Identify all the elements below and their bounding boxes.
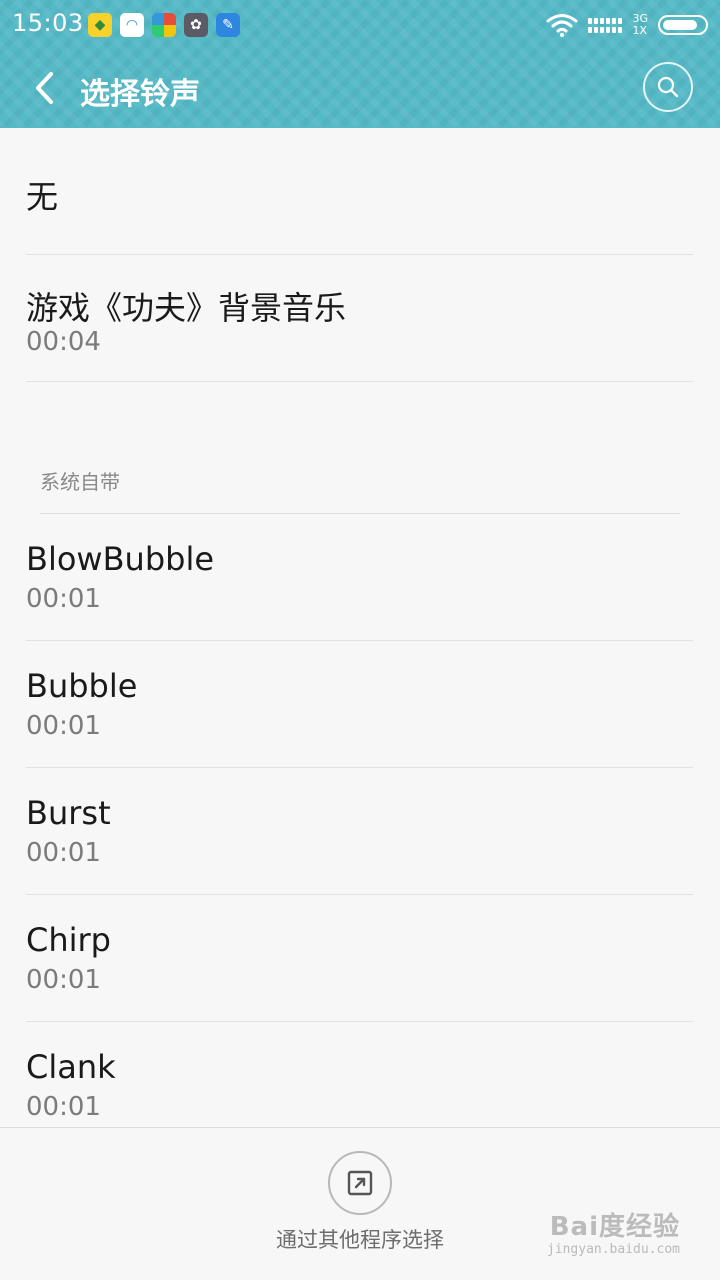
status-bar: 15:03 ◆ ◠ ✿ ✎ 3G 1X xyxy=(0,0,720,50)
ringtone-title: Bubble xyxy=(26,667,138,705)
ringtone-item[interactable]: Bubble 00:01 xyxy=(26,641,693,768)
status-indicators: 3G 1X xyxy=(546,10,708,40)
ringtone-item-none[interactable]: 无 xyxy=(26,128,693,255)
ringtone-duration: 00:01 xyxy=(26,838,101,868)
ringtone-duration: 00:04 xyxy=(26,327,101,357)
lottery-app-icon: ◆ xyxy=(88,13,112,37)
network-type: 3G 1X xyxy=(632,13,648,37)
network-type-bottom: 1X xyxy=(632,24,648,37)
ringtone-title: Clank xyxy=(26,1048,116,1086)
choose-from-other-app-button[interactable] xyxy=(328,1151,392,1215)
status-time: 15:03 xyxy=(12,9,84,37)
battery-icon xyxy=(658,15,708,35)
cleaner-app-icon: ✎ xyxy=(216,13,240,37)
notification-icons: ◆ ◠ ✿ ✎ xyxy=(88,13,240,37)
search-icon xyxy=(657,76,679,98)
search-button[interactable] xyxy=(643,62,693,112)
watermark-url: jingyan.baidu.com xyxy=(546,1242,680,1257)
battery-level xyxy=(663,20,697,30)
ringtone-duration: 00:01 xyxy=(26,711,101,741)
gallery-app-icon: ✿ xyxy=(184,13,208,37)
ringtone-item[interactable]: Chirp 00:01 xyxy=(26,895,693,1022)
baidu-jingyan-watermark: Bai度经验 jingyan.baidu.com xyxy=(547,1212,680,1258)
chevron-left-icon xyxy=(36,72,53,104)
ringtone-duration: 00:01 xyxy=(26,1092,101,1122)
header: 15:03 ◆ ◠ ✿ ✎ 3G 1X 选择铃声 xyxy=(0,0,720,128)
browser-app-icon: ◠ xyxy=(120,13,144,37)
ringtone-item[interactable]: BlowBubble 00:01 xyxy=(26,514,693,641)
ringtone-title: Burst xyxy=(26,794,111,832)
game-center-app-icon xyxy=(152,13,176,37)
cellular-signal-icon xyxy=(588,17,623,33)
ringtone-duration: 00:01 xyxy=(26,965,101,995)
section-label: 系统自带 xyxy=(40,470,120,494)
ringtone-title: 游戏《功夫》背景音乐 xyxy=(26,289,347,327)
ringtone-item-custom[interactable]: 游戏《功夫》背景音乐 00:04 xyxy=(26,255,693,382)
watermark-main: Bai度经验 xyxy=(549,1212,680,1242)
section-header: 系统自带 xyxy=(40,460,680,514)
title-bar: 选择铃声 xyxy=(0,50,720,128)
ringtone-title: BlowBubble xyxy=(26,540,215,578)
wifi-icon xyxy=(546,14,578,37)
back-button[interactable] xyxy=(26,68,62,108)
external-link-icon xyxy=(347,1170,373,1196)
ringtone-picker-screen: 15:03 ◆ ◠ ✿ ✎ 3G 1X 选择铃声 无 游戏《功夫》背景音乐 00… xyxy=(0,0,720,1280)
ringtone-title: Chirp xyxy=(26,921,111,959)
ringtone-duration: 00:01 xyxy=(26,584,101,614)
page-title: 选择铃声 xyxy=(80,77,200,112)
ringtone-item[interactable]: Burst 00:01 xyxy=(26,768,693,895)
ringtone-title: 无 xyxy=(26,178,59,216)
